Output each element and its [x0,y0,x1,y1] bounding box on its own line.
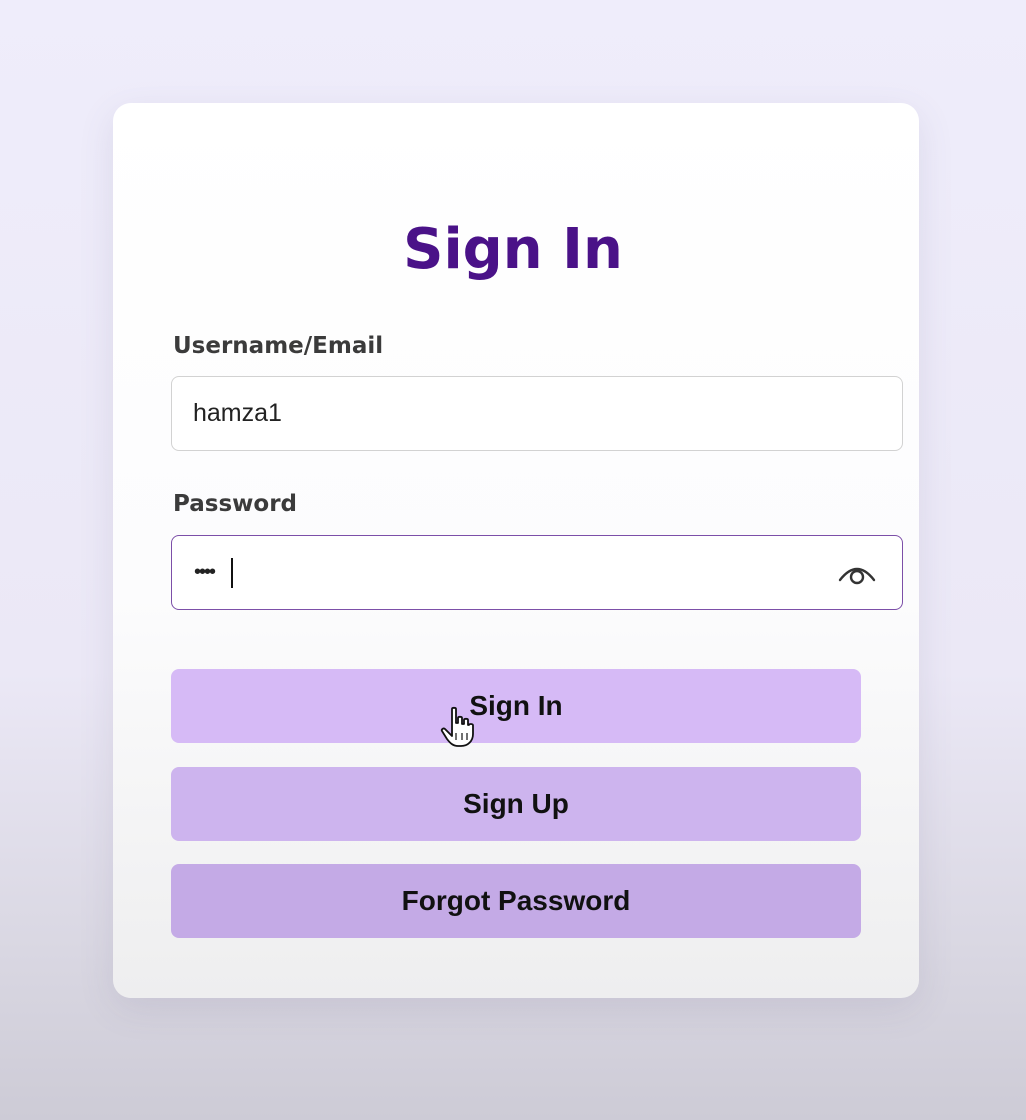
eye-icon[interactable] [837,559,877,587]
password-field[interactable]: •••• [171,535,903,610]
username-value: hamza1 [193,399,282,427]
hand-pointer-cursor-icon [440,706,474,747]
username-label: Username/Email [173,333,384,359]
sign-up-button[interactable]: Sign Up [171,767,861,841]
username-field[interactable]: hamza1 [171,376,903,451]
forgot-password-button[interactable]: Forgot Password [171,864,861,938]
page-title: Sign In [403,217,623,282]
text-caret [231,558,233,588]
password-label: Password [173,491,297,517]
password-masked-value: •••• [194,561,216,583]
sign-in-button[interactable]: Sign In [171,669,861,743]
